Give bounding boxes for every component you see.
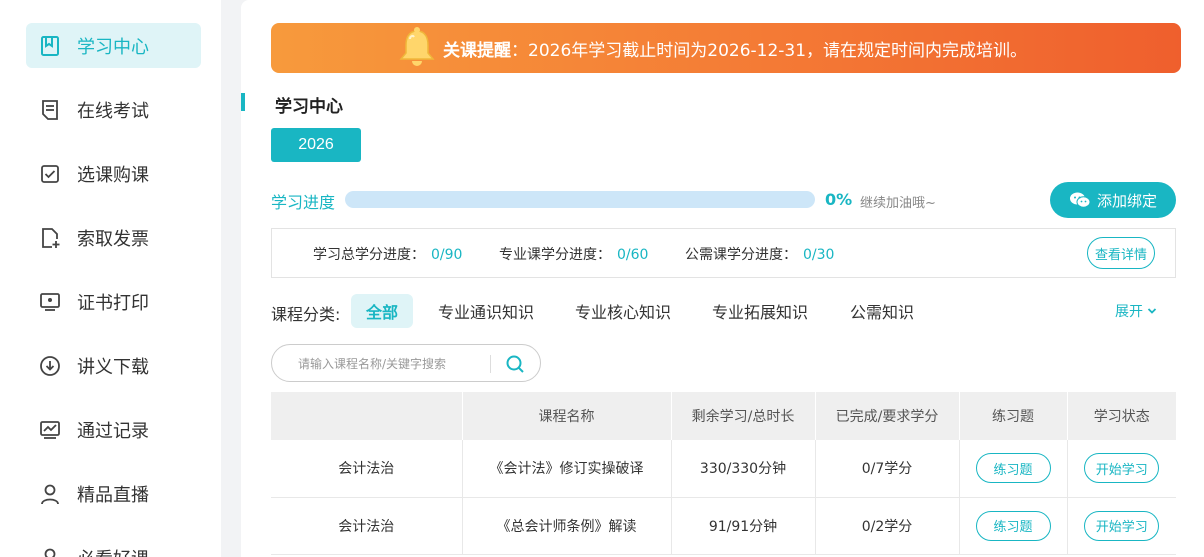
column-header: 已完成/要求学分 [815, 392, 960, 440]
total-credit-value: 0/90 [431, 247, 463, 263]
sidebar-item-invoice[interactable]: 索取发票 [26, 215, 201, 260]
public-credit-value: 0/30 [803, 247, 835, 263]
sidebar-item-live[interactable]: 精品直播 [26, 471, 201, 516]
download-icon [39, 355, 61, 377]
bell-icon [395, 25, 439, 71]
column-header: 剩余学习/总时长 [671, 392, 816, 440]
public-credit-label: 公需课学分进度： [685, 247, 797, 263]
chart-icon [39, 419, 61, 441]
table-header-row: 课程名称 剩余学习/总时长 已完成/要求学分 练习题 学习状态 [271, 392, 1176, 440]
start-learning-button[interactable]: 开始学习 [1084, 510, 1160, 541]
reminder-banner: 关课提醒：2026年学习截止时间为2026-12-31，请在规定时间内完成培训。 [271, 23, 1181, 73]
add-binding-button[interactable]: 添加绑定 [1050, 182, 1176, 218]
credit-progress-box: 学习总学分进度： 0/90 专业课学分进度： 0/60 公需课学分进度： 0/30 查… [271, 228, 1176, 278]
status-cell: 开始学习 [1067, 440, 1176, 498]
total-credit-label: 学习总学分进度： [313, 247, 425, 263]
checkbox-icon [39, 163, 61, 185]
sidebar-item-learning-center[interactable]: 学习中心 [26, 23, 201, 68]
search-icon[interactable] [505, 354, 525, 374]
sidebar-item-handout-download[interactable]: 讲义下载 [26, 343, 201, 388]
course-table: 课程名称 剩余学习/总时长 已完成/要求学分 练习题 学习状态 会计法治 《会计… [271, 392, 1176, 555]
category-tab-general[interactable]: 专业通识知识 [431, 294, 541, 328]
sidebar: 学习中心 在线考试 选课购课 索取发票 证书打印 讲义下载 通过记录 精品直播 [0, 0, 221, 557]
banner-text: 关课提醒：2026年学习截止时间为2026-12-31，请在规定时间内完成培训。 [443, 36, 1027, 61]
public-credit-progress: 公需课学分进度： 0/30 [685, 244, 834, 264]
course-category: 会计法治 [271, 440, 463, 498]
sidebar-item-label: 通过记录 [77, 420, 149, 442]
banner-message: ：2026年学习截止时间为2026-12-31，请在规定时间内完成培训。 [511, 41, 1028, 61]
sidebar-item-online-exam[interactable]: 在线考试 [26, 87, 201, 132]
section-accent-bar [241, 93, 245, 111]
course-name: 《会计法》修订实操破译 [462, 440, 672, 498]
year-button[interactable]: 2026 [271, 128, 361, 162]
page-title: 学习中心 [275, 97, 343, 117]
table-row: 会计法治 《会计法》修订实操破译 330/330分钟 0/7学分 练习题 开始学… [271, 440, 1176, 498]
exercise-cell: 练习题 [959, 497, 1068, 555]
course-duration: 330/330分钟 [671, 440, 816, 498]
sidebar-item-label: 讲义下载 [77, 356, 149, 378]
user-icon [39, 547, 61, 557]
course-category: 会计法治 [271, 497, 463, 555]
main-panel: 关课提醒：2026年学习截止时间为2026-12-31，请在规定时间内完成培训。… [241, 0, 1204, 557]
exercise-button[interactable]: 练习题 [975, 510, 1051, 541]
expand-toggle[interactable]: 展开 [1115, 301, 1157, 321]
course-credits: 0/7学分 [815, 440, 960, 498]
course-credits: 0/2学分 [815, 497, 960, 555]
monitor-icon [39, 291, 61, 313]
sidebar-item-label: 选课购课 [77, 164, 149, 186]
exercise-button[interactable]: 练习题 [975, 453, 1051, 484]
sidebar-item-must-watch[interactable]: 必看好课 [26, 535, 201, 557]
progress-tip: 继续加油哦~ [860, 196, 936, 211]
expand-label: 展开 [1115, 304, 1143, 320]
sidebar-item-certificate[interactable]: 证书打印 [26, 279, 201, 324]
category-tab-extension[interactable]: 专业拓展知识 [705, 294, 815, 328]
start-learning-button[interactable]: 开始学习 [1084, 453, 1160, 484]
sidebar-item-label: 精品直播 [77, 484, 149, 506]
column-header: 课程名称 [462, 392, 672, 440]
sidebar-item-label: 在线考试 [77, 100, 149, 122]
banner-title: 关课提醒 [443, 41, 511, 61]
search-box [271, 344, 541, 382]
progress-percent: 0% [825, 190, 853, 209]
file-add-icon [39, 227, 61, 249]
column-header: 学习状态 [1067, 392, 1176, 440]
exercise-cell: 练习题 [959, 440, 1068, 498]
category-tab-public[interactable]: 公需知识 [842, 294, 922, 328]
table-row: 会计法治 《总会计师条例》解读 91/91分钟 0/2学分 练习题 开始学习 [271, 497, 1176, 555]
sidebar-item-label: 索取发票 [77, 228, 149, 250]
total-credit-progress: 学习总学分进度： 0/90 [313, 244, 462, 264]
major-credit-value: 0/60 [617, 247, 649, 263]
sidebar-item-course-select[interactable]: 选课购课 [26, 151, 201, 196]
category-label: 课程分类: [271, 305, 341, 324]
major-credit-label: 专业课学分进度： [499, 247, 611, 263]
bookmark-icon [39, 35, 61, 57]
sidebar-item-label: 学习中心 [77, 36, 149, 58]
sidebar-item-label: 证书打印 [77, 292, 149, 314]
course-duration: 91/91分钟 [671, 497, 816, 555]
search-divider [490, 355, 491, 373]
category-tab-all[interactable]: 全部 [351, 294, 413, 328]
search-input[interactable] [298, 354, 488, 374]
view-details-button[interactable]: 查看详情 [1087, 237, 1155, 269]
progress-bar [345, 191, 815, 208]
wechat-icon [1069, 192, 1091, 208]
category-tab-core[interactable]: 专业核心知识 [568, 294, 678, 328]
document-icon [39, 99, 61, 121]
chevron-down-icon [1147, 308, 1157, 314]
major-credit-progress: 专业课学分进度： 0/60 [499, 244, 648, 264]
user-icon [39, 483, 61, 505]
course-name: 《总会计师条例》解读 [462, 497, 672, 555]
column-header [271, 392, 463, 440]
status-cell: 开始学习 [1067, 497, 1176, 555]
sidebar-item-pass-record[interactable]: 通过记录 [26, 407, 201, 452]
column-header: 练习题 [959, 392, 1068, 440]
add-binding-label: 添加绑定 [1096, 192, 1157, 210]
progress-label: 学习进度 [271, 193, 336, 212]
sidebar-item-label: 必看好课 [77, 545, 149, 557]
